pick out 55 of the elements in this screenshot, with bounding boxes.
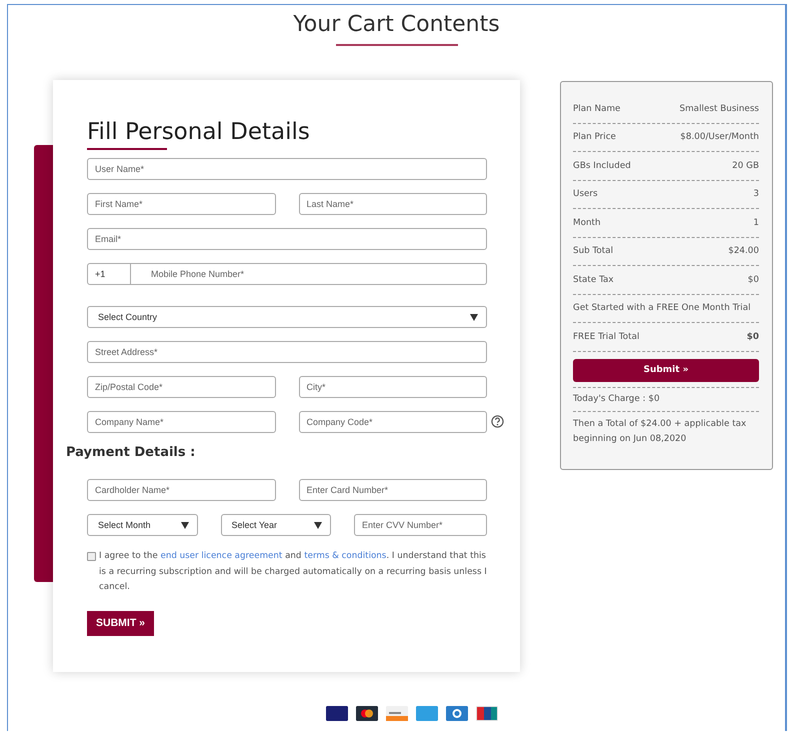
- summary-label: Sub Total: [573, 246, 614, 256]
- select-dropdown[interactable]: Select Year: [220, 514, 331, 536]
- input-field[interactable]: Company Name*: [87, 411, 276, 433]
- input-field[interactable]: Zip/Postal Code*: [87, 376, 276, 398]
- summary-value: 1: [753, 218, 759, 228]
- summary-label: State Tax: [573, 274, 614, 285]
- agreement-link[interactable]: terms & conditions: [304, 551, 386, 561]
- summary-value: 20 GB: [732, 160, 759, 171]
- caret-icon: [470, 313, 478, 321]
- select-dropdown[interactable]: Select Month: [87, 514, 198, 536]
- input-field[interactable]: Enter Card Number*: [298, 479, 487, 501]
- submit-button[interactable]: Submit »: [573, 358, 759, 382]
- summary-label: GBs Included: [573, 160, 631, 171]
- summary-value: $0: [746, 332, 759, 342]
- input-field[interactable]: City*: [298, 376, 487, 398]
- summary-value: $0: [748, 274, 759, 285]
- summary-label: Get Started with a FREE One Month Trial: [573, 303, 751, 314]
- summary-value: 3: [753, 189, 759, 200]
- card-logo-icon: [476, 706, 498, 721]
- input-field[interactable]: Last Name*: [298, 193, 487, 215]
- summary-label: Plan Name: [573, 104, 620, 114]
- input-field[interactable]: Street Address*: [87, 341, 487, 363]
- summary-value: Smallest Business: [680, 104, 759, 114]
- summary-label: FREE Trial Total: [573, 332, 640, 342]
- page-title: Your Cart Contents: [292, 11, 501, 39]
- section-heading: Payment Details :: [66, 445, 196, 461]
- country-code-field[interactable]: +1: [87, 263, 131, 285]
- select-dropdown[interactable]: Select Country: [87, 306, 487, 328]
- input-field[interactable]: Enter CVV Number*: [354, 514, 487, 536]
- todays-charge: Today's Charge : $0: [573, 386, 759, 412]
- card-logo-icon: [416, 706, 438, 721]
- total-note: Then a Total of $24.00 + applicable tax beginning on Jun 08,2020: [573, 418, 748, 446]
- agreement-text: I agree to the end user licence agreement and terms & conditions. I understand that this is a recurring subscription and will be charged automatically on a recurring basis unless I cancel.: [99, 550, 487, 594]
- card-logo-icon: [446, 706, 468, 721]
- caret-icon: [314, 521, 322, 529]
- card-logo-icon: [386, 706, 408, 721]
- card-logo-icon: [326, 706, 348, 721]
- input-field[interactable]: User Name*: [87, 158, 487, 180]
- checkbox[interactable]: [87, 552, 96, 561]
- summary-label: Month: [573, 218, 601, 228]
- help-icon[interactable]: [491, 415, 504, 428]
- submit-button[interactable]: SUBMIT »: [87, 610, 154, 636]
- summary-label: Plan Price: [573, 132, 616, 142]
- form-title: Fill Personal Details: [87, 118, 311, 146]
- summary-label: Users: [573, 189, 598, 200]
- agreement-link[interactable]: end user licence agreement: [160, 551, 282, 561]
- input-field[interactable]: Email*: [87, 228, 487, 250]
- input-field[interactable]: Company Code*: [298, 411, 487, 433]
- input-field[interactable]: Cardholder Name*: [87, 479, 276, 501]
- input-field[interactable]: First Name*: [87, 193, 276, 215]
- summary-value: $24.00: [728, 246, 759, 256]
- caret-icon: [180, 521, 188, 529]
- phone-field[interactable]: Mobile Phone Number*: [131, 263, 487, 285]
- card-logo-icon: [356, 706, 378, 721]
- summary-value: $8.00/User/Month: [680, 132, 759, 142]
